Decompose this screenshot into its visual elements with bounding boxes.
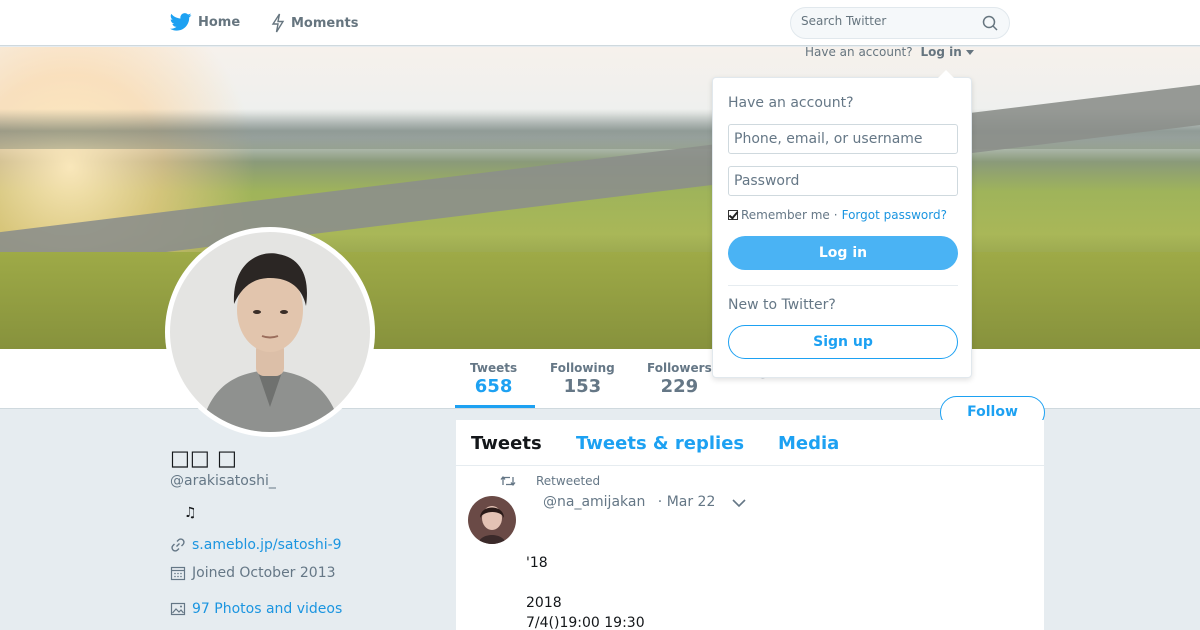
- link-icon: [171, 538, 185, 552]
- nav-moments[interactable]: Moments: [271, 13, 358, 33]
- forgot-password-link[interactable]: Forgot password?: [842, 208, 947, 222]
- remember-checkbox[interactable]: [728, 210, 738, 220]
- stat-value: 658: [474, 376, 513, 397]
- search-input[interactable]: [801, 14, 981, 28]
- timeline-tabs: Tweets Tweets & replies Media: [456, 420, 1044, 466]
- avatar-photo: [170, 232, 370, 432]
- username-field[interactable]: [728, 124, 958, 154]
- tab-tweets-replies[interactable]: Tweets & replies: [576, 433, 744, 454]
- stat-label: Tweets: [470, 361, 518, 375]
- login-dropdown: Have an account? Remember me · Forgot pa…: [712, 70, 972, 378]
- login-hint-text: Have an account?: [805, 45, 913, 59]
- chevron-down-icon[interactable]: [732, 498, 746, 508]
- retweet-icon: [500, 475, 516, 487]
- password-field[interactable]: [728, 166, 958, 196]
- dropdown-caret: [938, 70, 954, 78]
- stat-tweets[interactable]: Tweets 658: [470, 361, 517, 397]
- nav-home[interactable]: Home: [170, 13, 240, 31]
- signup-button[interactable]: Sign up: [728, 325, 958, 359]
- retweet-context: Retweeted: [500, 474, 600, 488]
- photos-videos-link[interactable]: 97 Photos and videos: [192, 601, 342, 617]
- profile-photos-row: 97 Photos and videos: [170, 601, 342, 617]
- separator: ·: [833, 208, 838, 222]
- new-to-twitter-label: New to Twitter?: [728, 297, 836, 313]
- profile-joined-row: Joined October 2013: [170, 565, 336, 581]
- profile-name: □□ □: [170, 446, 237, 470]
- nav-moments-label: Moments: [291, 15, 359, 31]
- tweet-line: 2018: [526, 595, 562, 611]
- remember-row: Remember me · Forgot password?: [728, 208, 947, 222]
- search-icon[interactable]: [982, 15, 998, 31]
- profile-bio: ♫: [184, 505, 197, 521]
- nav-home-label: Home: [198, 14, 241, 30]
- login-button[interactable]: Log in: [728, 236, 958, 270]
- avatar[interactable]: [165, 227, 375, 437]
- stat-label: Following: [550, 361, 615, 375]
- retweeted-label: Retweeted: [536, 474, 601, 488]
- tweet-header: @na_amijakan · Mar 22: [543, 494, 715, 510]
- tweet-line: 7/4()19:00 19:30: [526, 615, 645, 630]
- tweet-avatar-photo: [468, 496, 516, 544]
- stat-value: 229: [660, 376, 699, 397]
- tweet-line: '18: [526, 555, 548, 571]
- tweet-date[interactable]: · Mar 22: [658, 494, 716, 510]
- active-stat-indicator: [455, 405, 535, 408]
- profile-url-link[interactable]: s.ameblo.jp/satoshi-9: [192, 537, 342, 553]
- twitter-bird-icon: [170, 13, 192, 31]
- login-hint: Have an account? Log in: [805, 45, 974, 59]
- profile-joined: Joined October 2013: [192, 565, 336, 581]
- caret-down-icon[interactable]: [965, 50, 974, 56]
- tweet-avatar[interactable]: [468, 496, 516, 544]
- stat-following[interactable]: Following 153: [550, 361, 615, 397]
- tweet-handle[interactable]: @na_amijakan: [543, 494, 645, 510]
- image-icon: [170, 602, 186, 616]
- divider: [728, 285, 958, 286]
- profile-url-row: s.ameblo.jp/satoshi-9: [170, 537, 342, 553]
- calendar-icon: [170, 566, 186, 581]
- tweet-line: [526, 573, 645, 593]
- search-box[interactable]: [790, 7, 1010, 39]
- tweet-text: '18 2018 7/4()19:00 19:30: [526, 553, 645, 630]
- profile-handle: @arakisatoshi_: [170, 473, 276, 489]
- top-nav: Home Moments: [0, 0, 1200, 46]
- tab-tweets[interactable]: Tweets: [471, 433, 542, 454]
- remember-label[interactable]: Remember me: [741, 208, 830, 222]
- stat-value: 153: [563, 376, 602, 397]
- stat-followers[interactable]: Followers 229: [647, 361, 712, 397]
- stat-label: Followers: [647, 361, 712, 375]
- login-link[interactable]: Log in: [920, 45, 961, 59]
- dropdown-title: Have an account?: [728, 95, 854, 111]
- timeline: Tweets Tweets & replies Media Retweeted …: [456, 420, 1044, 630]
- lightning-icon: [271, 13, 285, 33]
- tab-media[interactable]: Media: [778, 433, 839, 454]
